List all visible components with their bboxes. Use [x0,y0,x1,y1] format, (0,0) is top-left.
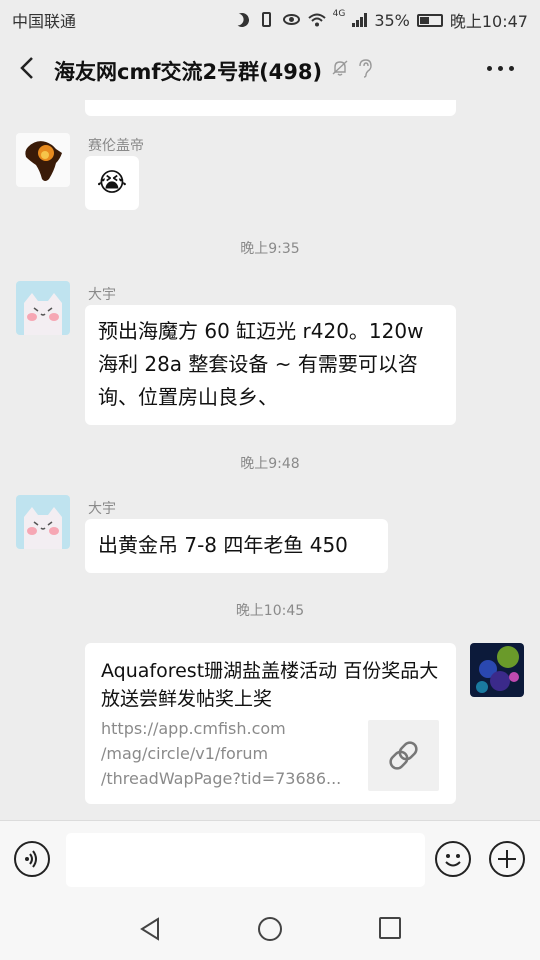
voice-icon[interactable] [14,841,50,877]
emoji-icon[interactable] [435,841,471,877]
signal-icon [352,13,368,27]
message-line: 海利 28a 整套设备 ~ 有需要可以咨 [98,352,418,376]
battery-percent: 35% [374,10,410,30]
avatar[interactable] [16,495,70,549]
avatar[interactable] [16,281,70,335]
link-url-line: https://app.cmfish.com [101,719,286,738]
message-line: 预出海魔方 60 缸迈光 r420。120w [98,319,424,343]
message-bubble[interactable]: 😭 [85,156,139,210]
triangle-back-icon[interactable] [138,916,162,942]
earpiece-icon [359,59,372,78]
more-dots-icon[interactable] [487,66,514,71]
avatar[interactable] [16,133,70,187]
reef-avatar-image [470,643,524,697]
moon-icon [233,12,251,28]
link-chain-icon [389,741,418,770]
chat-title: 海友网cmf交流2号群(498) [54,60,323,84]
vibrate-icon [258,12,276,28]
message-input[interactable] [66,833,425,887]
carrier-label: 中国联通 [12,12,77,31]
previous-message-bubble [85,100,456,116]
mute-bell-icon [332,60,348,76]
cat-avatar-image [16,281,70,335]
timestamp: 晚上9:35 [240,241,300,257]
link-thumbnail [368,720,439,791]
system-nav-bar [0,898,540,960]
cat-avatar-image [16,495,70,549]
my-avatar[interactable] [470,643,524,697]
link-title: Aquaforest珊湖盐盖楼活动 百份奖品大放送尝鲜发帖奖上奖 [101,660,439,710]
sender-name: 赛伦盖帝 [88,138,144,154]
chat-header: 海友网cmf交流2号群(498) [0,36,540,100]
square-recent-icon[interactable] [379,917,401,939]
link-url: https://app.cmfish.com /mag/circle/v1/fo… [101,716,356,791]
link-url-line: /mag/circle/v1/forum [101,744,269,763]
link-card[interactable]: Aquaforest珊湖盐盖楼活动 百份奖品大放送尝鲜发帖奖上奖 https:/… [85,643,456,804]
africa-avatar-image [16,133,70,187]
message-bubble[interactable]: 出黄金吊 7-8 四年老鱼 450 [85,519,388,573]
sender-name: 大宇 [88,287,116,303]
timestamp: 晚上10:45 [235,603,305,619]
network-type: 4G [332,9,346,19]
status-icons: 4G 35% 晚上10:47 [233,8,528,32]
plus-icon[interactable] [489,841,525,877]
circle-home-icon[interactable] [258,917,282,941]
chat-messages[interactable]: 赛伦盖帝 😭 晚上9:35 大宇 预出海魔方 60 缸迈光 r420。120w … [0,100,540,820]
link-url-line: /threadWapPage?tid=73686... [101,769,342,788]
message-line: 询、位置房山良乡、 [98,385,278,409]
status-bar: 中国联通 4G 35% 晚上10:47 [0,0,540,36]
message-bubble[interactable]: 预出海魔方 60 缸迈光 r420。120w 海利 28a 整套设备 ~ 有需要… [85,305,456,425]
timestamp: 晚上9:48 [240,456,300,472]
chevron-left-icon[interactable] [14,54,42,82]
sender-name: 大宇 [88,501,116,517]
clock: 晚上10:47 [449,12,528,31]
wifi-icon [307,13,326,27]
battery-icon [416,13,443,27]
eye-icon [282,12,301,28]
input-bar [0,820,540,899]
